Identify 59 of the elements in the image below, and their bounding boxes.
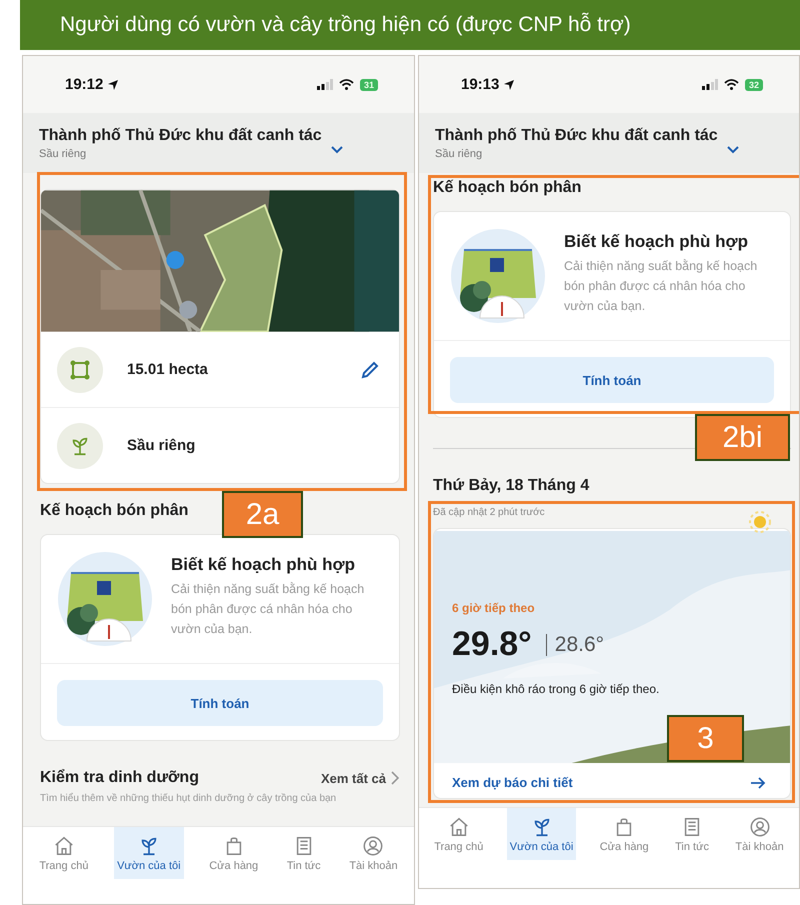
home-icon: [448, 816, 470, 838]
see-all-link[interactable]: Xem tất cả: [320, 770, 386, 786]
tab-item[interactable]: Tài khoản: [346, 827, 401, 879]
area-icon: [57, 346, 103, 392]
tab-item[interactable]: Cửa hàng: [206, 827, 262, 879]
chevron-down-icon[interactable]: [330, 145, 344, 155]
battery-indicator: 31: [360, 78, 378, 90]
farm-title: Thành phố Thủ Đức khu đất canh tác: [435, 126, 718, 144]
card-description: Cải thiện năng suất bằng kế hoạch bón phân được cá nhân hóa cho vườn của bạn.: [171, 581, 366, 638]
card-description: Cải thiện năng suất bằng kế hoạch bón phân được cá nhân hóa cho vườn của bạn.: [564, 258, 758, 315]
section-heading: Thứ Bảy, 18 Tháng 4: [433, 477, 590, 495]
arrow-right-icon: [750, 776, 766, 788]
section-description: Tìm hiểu thêm về những thiếu hụt dinh dưỡng ở cây trồng của bạn: [40, 793, 338, 804]
forecast-period: 6 giờ tiếp theo: [452, 601, 536, 615]
temperature: 29.8°: [452, 625, 532, 664]
section-heading: Kế hoạch bón phân: [40, 502, 188, 520]
account-icon: [748, 816, 771, 838]
calculate-button[interactable]: Tính toán: [450, 357, 774, 403]
tab-item[interactable]: Tài khoản: [732, 808, 787, 860]
card-title: Biết kế hoạch phù hợp: [171, 555, 356, 575]
slide-title: Người dùng có vườn và cây trồng hiện có (được CNP hỗ trợ): [20, 0, 800, 50]
calculate-button[interactable]: Tính toán: [57, 680, 383, 726]
farm-subtitle: Sầu riêng: [39, 148, 88, 160]
annotation-label: 2a: [222, 491, 303, 538]
status-time: 19:12: [65, 76, 104, 93]
battery-indicator: 32: [744, 78, 763, 90]
tab-item[interactable]: Cửa hàng: [596, 808, 652, 860]
farm-title: Thành phố Thủ Đức khu đất canh tác: [39, 126, 322, 144]
chevron-right-icon: [390, 770, 400, 786]
updated-text: Đã cập nhật 2 phút trước: [433, 507, 546, 518]
account-icon: [362, 834, 384, 856]
annotation-label: 3: [667, 715, 744, 762]
wifi-icon: [338, 79, 354, 90]
secondary-temperature: 28.6°: [546, 634, 604, 656]
chevron-down-icon[interactable]: [726, 145, 740, 155]
tab-item[interactable]: Trang chủ: [36, 827, 92, 879]
section-heading: Kiểm tra dinh dưỡng: [40, 769, 200, 787]
area-value: 15.01 hecta: [127, 361, 209, 378]
wifi-icon: [724, 79, 739, 90]
signal-icon: [316, 79, 333, 90]
farm-subtitle: Sầu riêng: [435, 148, 484, 160]
sprout-icon: [57, 422, 103, 468]
status-time: 19:13: [461, 76, 500, 93]
tab-item[interactable]: Trang chủ: [431, 808, 486, 860]
crop-value: Sầu riêng: [127, 437, 196, 454]
home-icon: [52, 834, 75, 856]
tab-item[interactable]: Vườn của tôi: [506, 808, 576, 860]
condition-text: Điều kiện khô ráo trong 6 giờ tiếp theo.: [452, 682, 660, 696]
sun-icon: [749, 511, 771, 533]
tab-item[interactable]: Vườn của tôi: [114, 827, 184, 879]
tab-item[interactable]: Tin tức: [284, 827, 324, 879]
card-title: Biết kế hoạch phù hợp: [564, 232, 749, 252]
location-arrow-icon: [107, 78, 120, 90]
annotation-label: 2bi: [695, 414, 790, 461]
section-heading: Kế hoạch bón phân: [433, 179, 582, 197]
signal-icon: [702, 79, 718, 90]
location-arrow-icon: [503, 78, 516, 90]
tab-item[interactable]: Tin tức: [672, 808, 712, 860]
forecast-link[interactable]: Xem dự báo chi tiết: [452, 775, 573, 790]
